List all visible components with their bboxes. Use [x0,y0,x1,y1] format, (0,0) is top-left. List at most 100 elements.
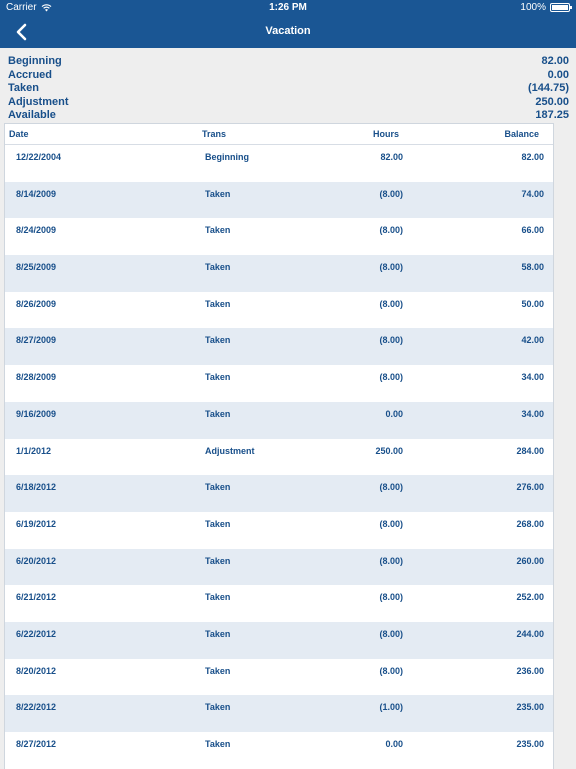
cell-date: 8/28/2009 [16,372,57,383]
header-trans: Trans [202,129,227,139]
table-row[interactable]: 1/1/2012 Adjustment 250.00 284.00 [5,439,553,476]
cell-trans: Taken [205,482,231,493]
table-row[interactable]: 8/20/2012 Taken (8.00) 236.00 [5,659,553,696]
cell-date: 6/20/2012 [16,555,57,566]
table-row[interactable]: 6/22/2012 Taken (8.00) 244.00 [5,621,553,659]
cell-trans: Adjustment [205,445,255,456]
summary-label: Beginning [8,55,62,67]
cell-hours: 82.00 [380,152,403,162]
table-row[interactable]: 12/22/2004 Beginning 82.00 82.00 [5,145,553,182]
table-row[interactable]: 6/19/2012 Taken (8.00) 268.00 [5,512,553,549]
cell-hours: 0.00 [385,739,403,749]
cell-date: 8/26/2009 [16,298,57,309]
cell-trans: Taken [205,188,231,199]
battery-percent: 100% [520,2,546,13]
cell-date: 8/27/2012 [16,739,57,749]
table-row[interactable]: 6/18/2012 Taken (8.00) 276.00 [5,475,553,512]
cell-trans: Taken [205,518,231,529]
cell-hours: (8.00) [379,628,403,639]
cell-balance: 252.00 [516,592,544,603]
header-balance: Balance [504,129,539,139]
cell-balance: 268.00 [516,518,544,529]
cell-trans: Taken [205,262,231,273]
cell-balance: 82.00 [521,152,544,162]
summary-value: 250.00 [535,95,569,108]
summary-value: 0.00 [547,68,569,81]
table-row[interactable]: 8/26/2009 Taken (8.00) 50.00 [5,292,553,329]
cell-balance: 74.00 [521,188,544,199]
table-row[interactable]: 8/24/2009 Taken (8.00) 66.00 [5,218,553,255]
cell-date: 12/22/2004 [16,152,62,162]
cell-balance: 50.00 [521,298,544,309]
table-row[interactable]: 8/14/2009 Taken (8.00) 74.00 [5,181,553,219]
table-row[interactable]: 8/27/2012 Taken 0.00 235.00 [5,732,553,769]
table-row[interactable]: 8/22/2012 Taken (1.00) 235.00 [5,695,553,732]
cell-balance: 34.00 [521,372,544,383]
cell-balance: 42.00 [521,335,544,346]
cell-date: 6/21/2012 [16,592,57,603]
cell-hours: (8.00) [379,482,403,493]
cell-hours: (8.00) [379,188,403,199]
cell-hours: (8.00) [379,335,403,346]
cell-hours: 0.00 [385,408,403,419]
cell-hours: 250.00 [375,445,403,456]
table-row[interactable]: 8/28/2009 Taken (8.00) 34.00 [5,365,553,402]
cell-balance: 58.00 [521,262,544,273]
summary-panel: Beginning 82.00 Accrued 0.00 Taken (144.75) Ad… [8,55,569,123]
cell-balance: 244.00 [516,628,544,639]
cell-hours: (8.00) [379,555,403,566]
header-hours: Hours [372,129,399,139]
status-time: 1:26 PM [269,2,307,13]
cell-trans: Taken [205,628,231,639]
cell-date: 8/27/2009 [16,335,57,346]
battery-group: 100% [520,2,572,13]
cell-date: 8/25/2009 [16,262,57,273]
header-date: Date [9,129,29,139]
cell-date: 9/16/2009 [16,408,57,419]
table-body: 12/22/2004 Beginning 82.00 82.00 8/14/2009 Ta… [5,145,553,769]
cell-trans: Taken [205,665,231,676]
summary-label: Accrued [8,68,53,81]
cell-hours: (1.00) [379,702,403,713]
cell-date: 8/14/2009 [16,188,57,199]
transaction-table[interactable]: Date Trans Hours Balance 12/22/2004 Begin… [4,123,554,769]
cell-date: 6/22/2012 [16,628,57,639]
status-bar: Carrier 1:26 PM 100% [0,0,576,16]
cell-hours: (8.00) [379,298,403,309]
cell-trans: Taken [205,408,231,419]
cell-trans: Taken [205,335,231,346]
cell-date: 6/18/2012 [16,482,57,493]
summary-value: 82.00 [541,55,569,67]
battery-icon [550,3,572,12]
summary-row: Adjustment 250.00 [8,96,569,110]
cell-date: 8/24/2009 [16,225,57,236]
table-row[interactable]: 8/27/2009 Taken (8.00) 42.00 [5,328,553,366]
cell-date: 8/20/2012 [16,665,57,676]
cell-balance: 260.00 [516,555,544,566]
summary-value: 187.25 [535,109,569,121]
summary-row: Beginning 82.00 [8,55,569,69]
cell-trans: Taken [205,298,231,309]
cell-hours: (8.00) [379,665,403,676]
table-row[interactable]: 6/20/2012 Taken (8.00) 260.00 [5,548,553,586]
cell-hours: (8.00) [379,518,403,529]
page-title: Vacation [265,25,311,37]
table-row[interactable]: 8/25/2009 Taken (8.00) 58.00 [5,255,553,292]
cell-hours: (8.00) [379,592,403,603]
cell-hours: (8.00) [379,225,403,236]
cell-date: 8/22/2012 [16,702,57,713]
summary-row: Taken (144.75) [8,82,569,96]
cell-trans: Taken [205,702,231,713]
cell-hours: (8.00) [379,372,403,383]
table-row[interactable]: 6/21/2012 Taken (8.00) 252.00 [5,585,553,622]
cell-trans: Beginning [205,152,249,162]
cell-date: 6/19/2012 [16,518,57,529]
cell-date: 1/1/2012 [16,445,52,456]
cell-trans: Taken [205,739,231,749]
summary-row: Accrued 0.00 [8,69,569,83]
cell-balance: 276.00 [516,482,544,493]
table-row[interactable]: 9/16/2009 Taken 0.00 34.00 [5,401,553,439]
cell-trans: Taken [205,555,231,566]
cell-trans: Taken [205,592,231,603]
cell-balance: 66.00 [521,225,544,236]
